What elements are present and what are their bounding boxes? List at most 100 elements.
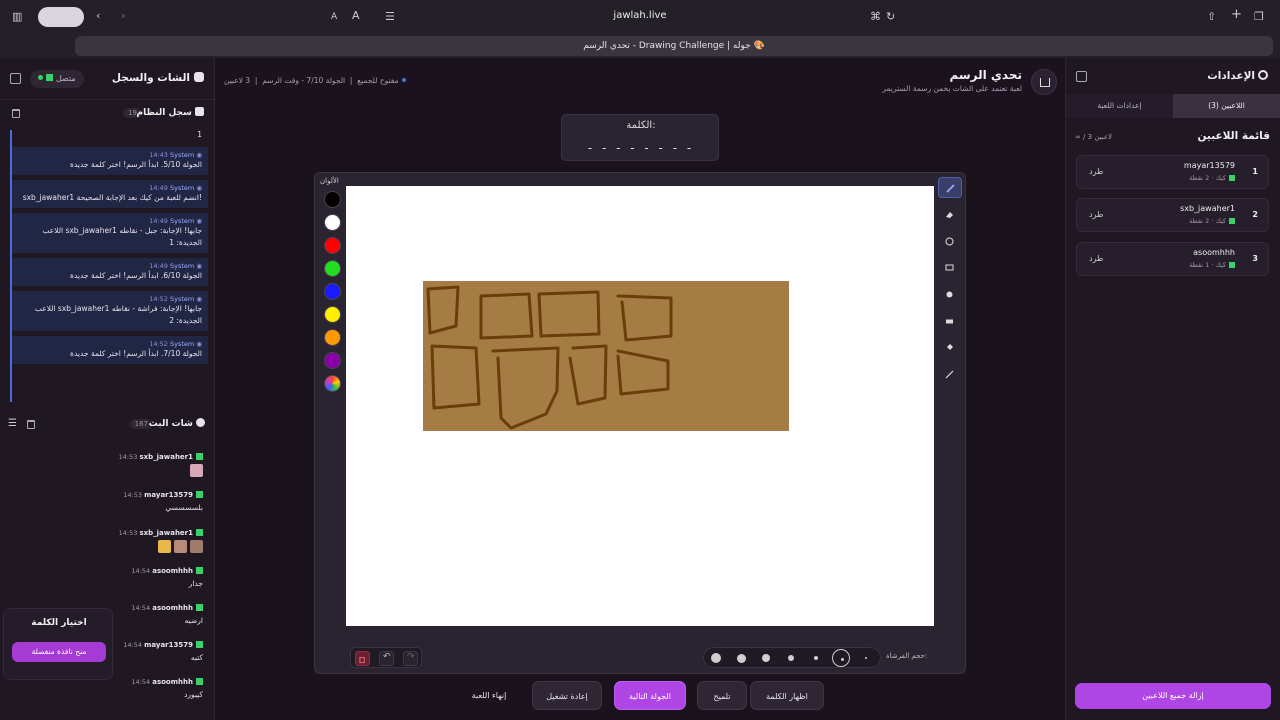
stream-chat-title: شات البث xyxy=(149,418,205,429)
color-swatch[interactable] xyxy=(324,237,341,254)
choose-word-title: اختيار الكلمة xyxy=(31,618,87,628)
reader-small-icon[interactable]: A xyxy=(331,10,337,24)
forward-icon[interactable]: › xyxy=(121,9,125,23)
color-swatch[interactable] xyxy=(324,214,341,231)
log-entry: 14:43 System ◉ الجولة 5/10. ابدأ الرسم! … xyxy=(12,147,208,175)
chat-message: 14:54 asoomhhh جدار xyxy=(131,567,203,588)
line-tool-button[interactable] xyxy=(938,364,962,385)
color-swatch[interactable] xyxy=(324,191,341,208)
color-swatch[interactable] xyxy=(324,329,341,346)
trash-icon xyxy=(359,657,365,664)
pen-tool-button[interactable] xyxy=(938,177,962,198)
settings-panel: الإعدادات إعدادات اللعبة اللاعبين (3) ∞ … xyxy=(1065,58,1280,720)
remove-all-players-button[interactable]: إزالة جميع اللاعبين xyxy=(1075,683,1271,709)
next-round-button[interactable]: الجولة التالية xyxy=(614,681,686,710)
color-swatch[interactable] xyxy=(324,306,341,323)
filled-circle-tool-button[interactable] xyxy=(938,284,962,305)
players-count: ∞ / 3 لاعبين xyxy=(1075,133,1113,141)
emote-icon xyxy=(190,464,203,477)
profile-switcher[interactable] xyxy=(38,7,84,27)
reader-large-icon[interactable]: A xyxy=(352,9,360,23)
filled-rect-tool-button[interactable] xyxy=(938,311,962,332)
translate-icon[interactable]: ⌘ xyxy=(870,10,881,24)
brush-size-l[interactable] xyxy=(732,649,750,667)
tab-game-settings[interactable]: إعدادات اللعبة xyxy=(1066,94,1173,118)
filled-circle-icon xyxy=(946,291,953,298)
pen-icon xyxy=(946,184,955,193)
player-name: asoomhhh xyxy=(1193,248,1235,257)
kick-button[interactable]: طرد xyxy=(1089,254,1103,263)
drawing-board: الألوان ↶ ↷ حجم الفرشاة: xyxy=(314,172,966,674)
chat-message: 14:53 sxb_jawaher1 xyxy=(23,529,203,557)
open-separate-window-button[interactable]: منح نافذة منفصلة xyxy=(12,642,106,662)
trash-icon[interactable] xyxy=(12,109,20,118)
player-card: طرد asoomhhh كيك · 1 نقطة 3 xyxy=(1076,242,1269,276)
reveal-word-button[interactable]: اظهار الكلمة xyxy=(750,681,824,710)
brush-size-selected[interactable] xyxy=(832,649,850,667)
filled-rectangle-icon xyxy=(946,319,953,324)
brush-size-xxs[interactable] xyxy=(857,649,875,667)
color-swatch[interactable] xyxy=(324,352,341,369)
color-swatch[interactable] xyxy=(324,283,341,300)
drawing-canvas[interactable] xyxy=(346,186,934,626)
chat-log-panel: متصل الشات والسجل 19 سجل النظام 1 14:43 … xyxy=(0,58,215,720)
circle-tool-button[interactable] xyxy=(938,231,962,252)
paint-bucket-icon xyxy=(947,344,953,350)
list-icon[interactable]: ☰ xyxy=(8,417,17,431)
browser-toolbar: ▥ ‹ › A A ☰ jawlah.live ⌘ ↻ ⇧ + ❐ xyxy=(0,0,1280,34)
share-icon[interactable]: ⇧ xyxy=(1207,10,1216,24)
settings-header: الإعدادات xyxy=(1066,58,1280,94)
tab-players[interactable]: اللاعبين (3) xyxy=(1173,94,1280,118)
panel-toggle-icon[interactable] xyxy=(1076,71,1087,82)
drawing-svg xyxy=(423,281,789,431)
player-score: كيك · 2 نقطة xyxy=(1189,174,1235,182)
log-entry: 14:49 System ◉ الجولة 6/10. ابدأ الرسم! … xyxy=(12,258,208,286)
trash-icon[interactable] xyxy=(27,420,35,429)
back-icon[interactable]: ‹ xyxy=(96,9,100,23)
kick-button[interactable]: طرد xyxy=(1089,167,1103,176)
new-tab-icon[interactable]: + xyxy=(1231,8,1242,22)
player-card: طرد mayar13579 كيك · 2 نقطة 1 xyxy=(1076,155,1269,189)
eraser-tool-button[interactable] xyxy=(938,204,962,225)
tools-column xyxy=(938,177,962,637)
player-card: طرد sxb_jawaher1 كيك · 2 نقطة 2 xyxy=(1076,198,1269,232)
end-game-button[interactable]: إنهاء اللعبة xyxy=(455,681,523,710)
undo-button[interactable]: ↶ xyxy=(379,651,394,666)
kick-button[interactable]: طرد xyxy=(1089,210,1103,219)
restart-button[interactable]: إعادة تشغيل xyxy=(532,681,602,710)
color-swatch[interactable] xyxy=(324,260,341,277)
app: متصل الشات والسجل 19 سجل النظام 1 14:43 … xyxy=(0,58,1280,720)
brush-size-xl[interactable] xyxy=(707,649,725,667)
round-info: مفتوح للجميع | الجولة 7/10 - وقت الرسم |… xyxy=(224,76,406,85)
player-score: كيك · 1 نقطة xyxy=(1189,261,1235,269)
reload-icon[interactable]: ↻ xyxy=(886,10,895,24)
url-bar[interactable]: jawlah.live xyxy=(560,10,720,21)
hint-button[interactable]: تلميح xyxy=(697,681,747,710)
active-tab[interactable]: تحدي الرسم - Drawing Challenge | جوله 🎨 xyxy=(75,36,1273,56)
redo-button[interactable]: ↷ xyxy=(403,651,418,666)
emote-icon xyxy=(174,540,187,553)
emote-icon xyxy=(158,540,171,553)
fill-tool-button[interactable] xyxy=(938,337,962,358)
home-button[interactable] xyxy=(1031,69,1057,95)
tabs-overview-icon[interactable]: ❐ xyxy=(1254,10,1264,24)
panel-collapse-icon[interactable] xyxy=(10,73,21,84)
player-rank: 1 xyxy=(1252,167,1258,176)
brush-size-xs[interactable] xyxy=(807,649,825,667)
word-dashes: - - - - - - - - xyxy=(587,141,695,155)
rectangle-tool-button[interactable] xyxy=(938,257,962,278)
chat-panel-header: متصل الشات والسجل xyxy=(0,58,214,100)
page-menu-icon[interactable]: ☰ xyxy=(385,10,395,24)
clear-canvas-button[interactable] xyxy=(355,651,370,666)
custom-color-picker[interactable] xyxy=(324,375,341,392)
system-log[interactable]: 1 14:43 System ◉ الجولة 5/10. ابدأ الرسم… xyxy=(10,130,208,402)
sidebar-toggle-icon[interactable]: ▥ xyxy=(12,10,22,24)
settings-tabs: إعدادات اللعبة اللاعبين (3) xyxy=(1066,94,1280,118)
rectangle-outline-icon xyxy=(945,264,954,271)
choose-word-card: اختيار الكلمة منح نافذة منفصلة xyxy=(3,608,113,680)
chat-message: 14:53 sxb_jawaher1 xyxy=(23,453,203,481)
word-display: الكلمة: - - - - - - - - xyxy=(561,114,719,161)
gear-icon xyxy=(1258,70,1268,80)
brush-size-m[interactable] xyxy=(757,649,775,667)
brush-size-s[interactable] xyxy=(782,649,800,667)
